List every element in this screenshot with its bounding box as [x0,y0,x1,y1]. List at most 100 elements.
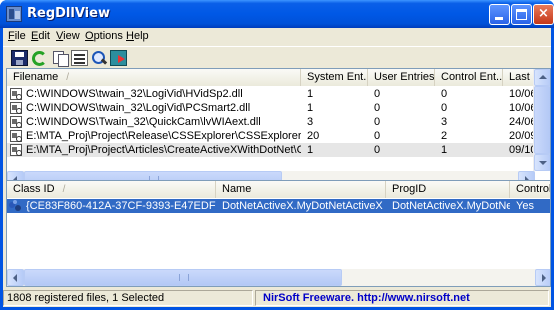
cell-control-entries: 0 [441,88,448,100]
dll-file-icon [10,144,22,156]
cell-system-entries: 1 [307,102,314,114]
title-bar[interactable]: RegDllView × [0,0,554,28]
cell-class-id: {CE83F860-412A-37CF-9393-E47EDF317F39} [7,199,216,213]
column-filename[interactable]: Filename / [7,69,301,86]
window-title: RegDllView [27,6,110,21]
scroll-left-icon[interactable] [7,269,24,286]
cell-user-entries: 0 [374,130,381,142]
files-list[interactable]: Filename / System Ent... User Entries Con… [6,68,551,189]
copy-icon[interactable] [52,50,69,67]
close-button[interactable]: × [533,4,554,25]
menu-file[interactable]: File [8,30,26,42]
dll-file-icon [10,88,22,100]
cell-progid: DotNetActiveX.MyDotNet... [392,200,510,212]
scroll-thumb[interactable] [24,269,342,286]
cell-system-entries: 3 [307,116,314,128]
cell-control-entries: 3 [441,116,448,128]
cell-user-entries: 0 [374,144,381,156]
column-class-id[interactable]: Class ID / [7,181,216,198]
classes-list[interactable]: Class ID / Name ProgID Control {CE83F860-… [6,180,551,287]
menu-help-label: elp [133,30,149,42]
cell-control-entries: 1 [441,144,448,156]
files-vertical-scrollbar[interactable] [533,69,550,171]
cell-filename: C:\WINDOWS\twain_32\LogiVid\HVidSp2.dll [7,87,301,101]
table-row-selected[interactable]: {CE83F860-412A-37CF-9393-E47EDF317F39} D… [7,199,550,213]
exit-icon[interactable] [110,50,127,66]
column-control-entries[interactable]: Control Ent... [435,69,503,86]
cell-last-registered: 20/09/2 [509,130,535,142]
table-row[interactable]: C:\WINDOWS\Twain_32\QuickCam\lvWIAext.dl… [7,115,535,129]
scroll-up-icon[interactable] [534,69,550,86]
cell-filename: E:\MTA_Proj\Project\Release\CSSExplorer\… [7,129,301,143]
menu-help-accel: H [126,30,134,42]
status-credit-link[interactable]: NirSoft Freeware. http://www.nirsoft.net [255,290,549,306]
column-filename-label: Filename [13,71,59,83]
cell-system-entries: 1 [307,144,314,156]
refresh-icon[interactable] [32,51,47,66]
app-icon[interactable] [6,6,22,22]
cell-last-registered: 10/06/2 [509,102,535,114]
column-user-entries[interactable]: User Entries [368,69,435,86]
table-row-selected[interactable]: E:\MTA_Proj\Project\Articles\CreateActiv… [7,143,535,157]
menu-options[interactable]: Options [85,30,123,42]
scroll-down-icon[interactable] [534,154,550,171]
client-area: File Edit View Options Help Filename / Sy… [3,28,551,307]
files-list-header: Filename / System Ent... User Entries Con… [7,69,550,86]
table-row[interactable]: C:\WINDOWS\twain_32\LogiVid\HVidSp2.dll … [7,87,535,101]
cell-last-registered: 09/10/2 [509,144,535,156]
column-system-entries[interactable]: System Ent... [301,69,368,86]
com-class-icon [9,200,23,212]
cell-control: Yes [516,200,534,212]
cell-system-entries: 1 [307,88,314,100]
app-window: RegDllView × File Edit View Options Help… [0,0,554,310]
menu-options-accel: O [85,30,94,42]
maximize-icon [516,9,527,20]
properties-icon[interactable] [71,50,88,66]
cell-user-entries: 0 [374,102,381,114]
column-class-id-label: Class ID [13,183,55,195]
filename-text: C:\WINDOWS\Twain_32\QuickCam\lvWIAext.dl… [26,116,261,128]
scroll-right-icon[interactable] [535,269,550,286]
cell-user-entries: 0 [374,88,381,100]
menu-file-label: ile [14,30,26,42]
sort-indicator-icon: / [66,72,70,83]
menu-file-accel: F [8,30,15,42]
cell-system-entries: 20 [307,130,320,142]
column-progid[interactable]: ProgID [386,181,510,198]
scroll-thumb[interactable] [534,86,550,154]
menu-edit-label: dit [38,30,50,42]
cell-filename: C:\WINDOWS\Twain_32\QuickCam\lvWIAext.dl… [7,115,301,129]
menu-edit[interactable]: Edit [31,30,50,42]
menu-view-label: iew [63,30,80,42]
filename-text: C:\WINDOWS\twain_32\LogiVid\PCSmart2.dll [26,102,251,114]
column-control[interactable]: Control [510,181,550,198]
save-icon[interactable] [11,50,28,66]
status-count: 1808 registered files, 1 Selected [3,290,253,306]
status-bar: 1808 registered files, 1 Selected NirSof… [3,288,551,307]
menu-help[interactable]: Help [126,30,149,42]
class-id-text: {CE83F860-412A-37CF-9393-E47EDF317F39} [26,200,216,212]
cell-user-entries: 0 [374,116,381,128]
column-name[interactable]: Name [216,181,386,198]
find-icon[interactable] [91,50,108,66]
dll-file-icon [10,102,22,114]
toolbar [3,46,551,68]
menu-view[interactable]: View [56,30,80,42]
dll-file-icon [10,130,22,142]
cell-last-registered: 10/06/2 [509,88,535,100]
sort-indicator-icon: / [62,184,66,195]
cell-name: DotNetActiveX.MyDotNetActiveX [222,200,383,212]
menu-options-label: ptions [93,30,123,42]
classes-horizontal-scrollbar[interactable] [7,269,550,286]
cell-filename: E:\MTA_Proj\Project\Articles\CreateActiv… [7,143,301,157]
table-row[interactable]: C:\WINDOWS\twain_32\LogiVid\PCSmart2.dll… [7,101,535,115]
menu-bar: File Edit View Options Help [3,28,551,46]
table-row[interactable]: E:\MTA_Proj\Project\Release\CSSExplorer\… [7,129,535,143]
cell-control-entries: 2 [441,130,448,142]
maximize-button[interactable] [511,4,532,25]
cell-last-registered: 24/06/2 [509,116,535,128]
filename-text: E:\MTA_Proj\Project\Release\CSSExplorer\… [26,130,301,142]
minimize-button[interactable] [489,4,510,25]
filename-text: C:\WINDOWS\twain_32\LogiVid\HVidSp2.dll [26,88,243,100]
filename-text: E:\MTA_Proj\Project\Articles\CreateActiv… [26,144,301,156]
